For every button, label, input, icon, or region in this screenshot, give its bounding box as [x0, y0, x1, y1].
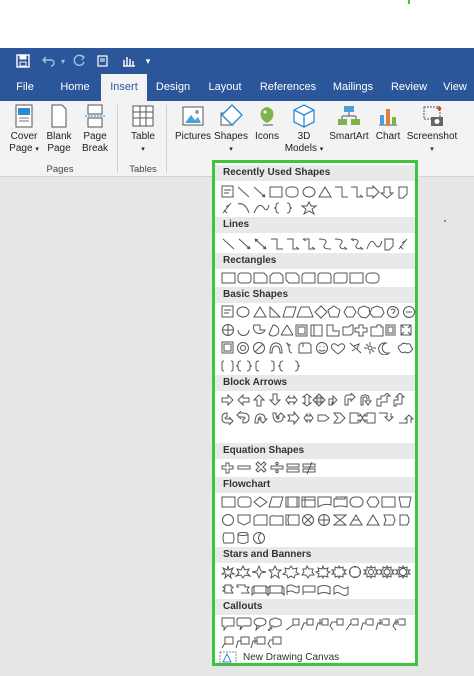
tab-references[interactable]: References [256, 74, 320, 101]
block-arrows-row-1[interactable] [221, 393, 415, 407]
stars-shapes-row[interactable] [221, 565, 415, 579]
undo-dropdown-icon[interactable]: ▾ [58, 52, 68, 70]
redo-icon[interactable] [70, 52, 88, 70]
callouts-shapes-row-2[interactable] [221, 635, 415, 649]
table-button[interactable]: Table ▾ [126, 103, 160, 156]
icons-label: Icons [255, 131, 279, 142]
pictures-button[interactable]: Pictures [174, 103, 212, 143]
tab-insert[interactable]: Insert [101, 74, 147, 101]
lines-shapes-row[interactable] [221, 237, 415, 251]
group-pages-label: Pages [46, 164, 74, 175]
category-equation-shapes: Equation Shapes [215, 443, 415, 459]
3d-models-button[interactable]: 3D Models ▾ [284, 103, 324, 156]
basic-shapes-row-1[interactable] [221, 305, 415, 319]
recently-used-shapes-row-2[interactable] [221, 201, 415, 215]
blank-page-button[interactable]: Blank Page [44, 103, 74, 155]
basic-shapes-row-3[interactable] [221, 341, 415, 355]
screenshot-icon [423, 106, 443, 126]
equation-shapes-row[interactable] [221, 461, 415, 475]
cover-page-icon [15, 104, 33, 128]
shapes-label: Shapes [214, 131, 248, 142]
cover-page-button[interactable]: Cover Page ▾ [4, 103, 44, 156]
ribbon-separator [117, 105, 118, 173]
blank-page-label: Blank Page [46, 131, 72, 154]
ribbon-tabs: File Home Insert Design Layout Reference… [0, 74, 474, 101]
basic-shapes-row-2[interactable] [221, 323, 415, 337]
highlight-mark [444, 220, 446, 222]
chart-label: Chart [375, 131, 401, 142]
shapes-button[interactable]: Shapes ▾ [212, 103, 250, 156]
tab-review[interactable]: Review [386, 74, 432, 101]
screenshot-button[interactable]: Screenshot ▾ [406, 103, 458, 156]
icons-button[interactable]: Icons [252, 103, 282, 143]
ribbon-separator [166, 105, 167, 173]
smartart-button[interactable]: SmartArt [328, 103, 370, 143]
shapes-gallery-menu: Recently Used Shapes Lines Rectangles Ba… [212, 160, 418, 666]
tab-design[interactable]: Design [150, 74, 196, 101]
flowchart-shapes-row-3[interactable] [221, 531, 415, 545]
tab-view[interactable]: View [436, 74, 474, 101]
drawing-canvas-icon [219, 651, 237, 665]
shapes-icon [220, 104, 243, 126]
chart-icon [379, 109, 397, 126]
category-callouts: Callouts [215, 599, 415, 615]
touch-mode-icon[interactable] [118, 52, 140, 70]
rectangles-shapes-row[interactable] [221, 271, 415, 285]
page-break-label: Page Break [81, 131, 109, 154]
cover-page-label: Cover Page [9, 131, 38, 154]
quick-access-toolbar: ▾ ▾ [0, 48, 474, 74]
3d-cube-icon [293, 104, 315, 128]
banners-shapes-row[interactable] [221, 583, 415, 597]
new-drawing-canvas-item[interactable]: New Drawing Canvas [243, 652, 339, 663]
clear-formatting-icon[interactable] [94, 52, 112, 70]
customize-icon[interactable]: ▾ [142, 52, 154, 70]
page-break-icon [85, 104, 105, 128]
basic-shapes-row-4[interactable] [221, 359, 415, 373]
group-tables-label: Tables [129, 164, 157, 175]
highlight-mark [408, 0, 410, 4]
smartart-label: SmartArt [329, 131, 369, 142]
block-arrows-row-2[interactable] [221, 411, 415, 425]
category-recently-used: Recently Used Shapes [215, 165, 415, 181]
smartart-icon [338, 106, 360, 125]
chart-button[interactable]: Chart [372, 103, 404, 143]
category-stars-and-banners: Stars and Banners [215, 547, 415, 563]
icons-icon [260, 107, 274, 126]
blank-page-icon [51, 104, 67, 128]
callouts-shapes-row-1[interactable] [221, 617, 415, 631]
category-basic-shapes: Basic Shapes [215, 287, 415, 303]
screenshot-label: Screenshot [406, 131, 458, 142]
save-icon[interactable] [14, 52, 32, 70]
table-icon [132, 105, 154, 127]
category-flowchart: Flowchart [215, 477, 415, 493]
table-label: Table [131, 131, 155, 142]
flowchart-shapes-row-2[interactable] [221, 513, 415, 527]
page-break-button[interactable]: Page Break [80, 103, 110, 155]
tab-home[interactable]: Home [52, 74, 98, 101]
undo-icon[interactable] [40, 52, 58, 70]
tab-layout[interactable]: Layout [202, 74, 248, 101]
flowchart-shapes-row-1[interactable] [221, 495, 415, 509]
tab-file[interactable]: File [6, 74, 44, 101]
pictures-icon [182, 106, 204, 126]
category-rectangles: Rectangles [215, 253, 415, 269]
3d-models-label: 3D Models [284, 131, 317, 154]
tab-mailings[interactable]: Mailings [326, 74, 380, 101]
pictures-label: Pictures [174, 131, 212, 142]
category-lines: Lines [215, 217, 415, 233]
category-block-arrows: Block Arrows [215, 375, 415, 391]
recently-used-shapes-row[interactable] [221, 185, 415, 199]
